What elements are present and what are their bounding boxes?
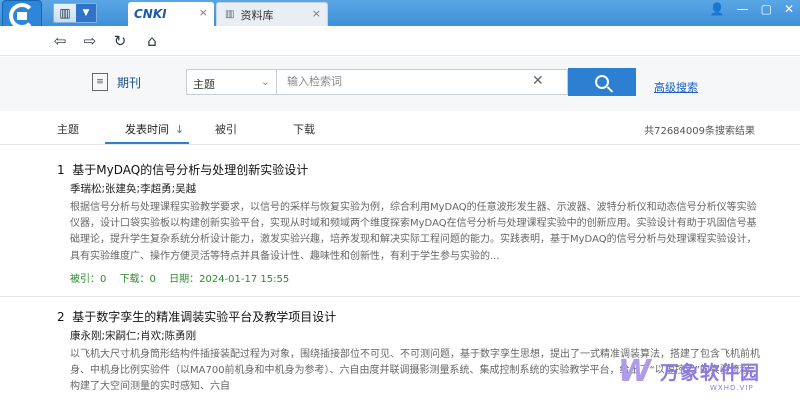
cited-count: 被引：0: [70, 274, 107, 285]
search-zone: ≡ 期刊 主题 ⌄ ✕ 高级搜索: [0, 57, 800, 111]
window-close-icon[interactable]: ✕: [784, 2, 794, 16]
watermark: W 万象软件园 WXHD.VIP: [612, 352, 800, 400]
search-input[interactable]: [276, 69, 568, 95]
search-icon: [595, 75, 609, 89]
result-meta: 被引：0 下载：0 日期：2024-01-17 15:55: [70, 270, 299, 285]
title-bar: ▥ ▼ CNKI × ▥ 资料库 × 👤 — ▢ ✕: [0, 0, 800, 32]
result-count: 共72684009条搜索结果: [644, 126, 755, 137]
home-icon[interactable]: ⌂: [142, 31, 162, 51]
result-title[interactable]: 2 基于数字孪生的精准调装实验平台及教学项目设计: [57, 308, 336, 325]
tab-label: 资料库: [240, 8, 274, 22]
watermark-sub: WXHD.VIP: [710, 384, 754, 392]
toolbar: ⇦ ⇨ ↻ ⌂: [0, 26, 800, 56]
field-select-value: 主题: [193, 78, 215, 91]
advanced-search-link[interactable]: 高级搜索: [654, 79, 698, 95]
sort-cited[interactable]: 被引: [215, 121, 237, 137]
refresh-icon[interactable]: ↻: [110, 31, 130, 51]
result-title-text: 基于MyDAQ的信号分析与处理创新实验设计: [72, 163, 309, 177]
book-icon: ▥: [59, 6, 71, 20]
result-index: 1: [57, 163, 65, 177]
window-controls: 👤 — ▢ ✕: [710, 2, 794, 16]
minimize-icon[interactable]: —: [737, 2, 749, 16]
sort-bar: 主题 发表时间 ↓ 被引 下载 共72684009条搜索结果: [0, 111, 800, 145]
sort-topic[interactable]: 主题: [57, 121, 79, 137]
field-select[interactable]: 主题 ⌄: [186, 69, 276, 95]
tab-cnki[interactable]: CNKI ×: [128, 2, 214, 26]
chevron-down-icon[interactable]: ▼: [76, 4, 96, 22]
result-index: 2: [57, 310, 65, 324]
search-button[interactable]: [568, 68, 636, 96]
result-authors: 季瑞松;张建奂;李超勇;吴越: [70, 183, 197, 195]
result-title-text: 基于数字孪生的精准调装实验平台及教学项目设计: [72, 310, 337, 324]
maximize-icon[interactable]: ▢: [761, 2, 772, 16]
arrow-down-icon: ↓: [175, 123, 185, 136]
back-icon[interactable]: ⇦: [50, 31, 70, 51]
chevron-down-icon: ⌄: [260, 75, 270, 88]
close-icon[interactable]: ×: [312, 7, 321, 20]
clear-icon[interactable]: ✕: [532, 73, 544, 89]
result-title[interactable]: 1 基于MyDAQ的信号分析与处理创新实验设计: [57, 161, 308, 178]
sort-downloads[interactable]: 下载: [293, 121, 315, 137]
bookmark-dropdown[interactable]: ▥ ▼: [53, 3, 97, 23]
download-count: 下载：0: [119, 274, 156, 285]
tab-library[interactable]: ▥ 资料库 ×: [216, 2, 328, 26]
watermark-text: 万象软件园: [660, 362, 761, 384]
tab-label: CNKI: [134, 7, 167, 21]
forward-icon[interactable]: ⇨: [80, 31, 100, 51]
active-sort-indicator: [105, 142, 189, 144]
result-item[interactable]: 1 基于MyDAQ的信号分析与处理创新实验设计 季瑞松;张建奂;李超勇;吴越 根…: [0, 145, 800, 295]
sort-date[interactable]: 发表时间 ↓: [125, 121, 184, 137]
user-icon[interactable]: 👤: [710, 2, 725, 16]
result-abstract: 根据信号分析与处理课程实验教学要求，以信号的采样与恢复实验为例，综合利用MyDA…: [70, 202, 757, 262]
journal-icon: ≡: [92, 73, 108, 91]
source-label[interactable]: 期刊: [117, 74, 141, 91]
library-icon: ▥: [225, 9, 235, 20]
result-authors: 康永刚;宋嗣仁;肖欢;陈勇刚: [70, 330, 197, 342]
watermark-logo-icon: W: [618, 354, 652, 389]
publish-date: 日期：2024-01-17 15:55: [169, 274, 290, 285]
sort-date-label: 发表时间: [125, 123, 169, 136]
close-icon[interactable]: ×: [199, 6, 208, 19]
